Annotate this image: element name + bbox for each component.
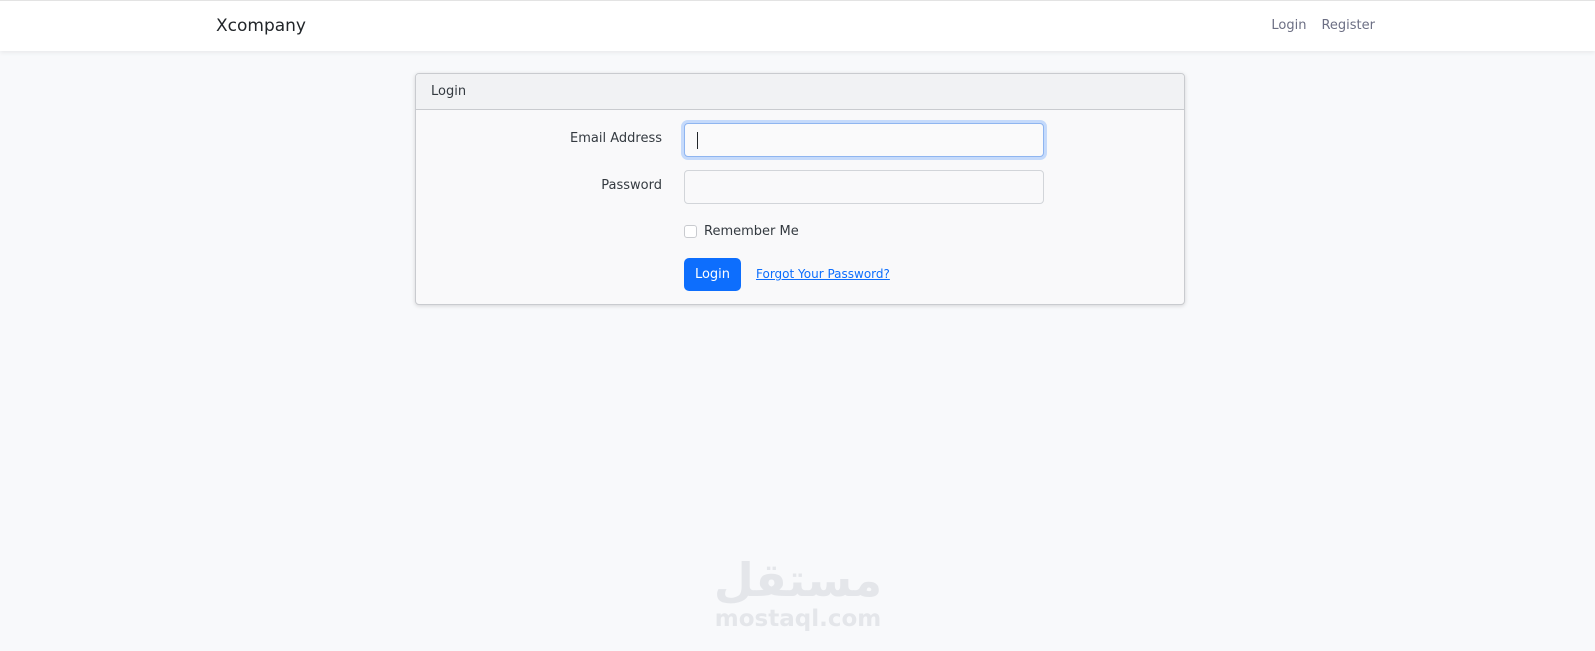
nav-links: Login Register [1271, 18, 1375, 33]
brand-logo-link[interactable]: Xcompany [216, 16, 306, 36]
watermark-arabic-text: مستقل [713, 553, 883, 607]
remember-me-label: Remember Me [704, 224, 799, 239]
watermark-latin-text: mostaql.com [714, 606, 882, 632]
password-field[interactable] [684, 170, 1044, 204]
password-label: Password [601, 178, 662, 193]
remember-me-row[interactable]: Remember Me [684, 224, 799, 239]
watermark-logo: مستقل mostaql.com [713, 555, 883, 633]
text-caret [697, 132, 698, 149]
nav-login-link[interactable]: Login [1271, 18, 1306, 33]
top-navbar: Xcompany Login Register [0, 0, 1595, 51]
nav-register-link[interactable]: Register [1321, 18, 1375, 33]
remember-me-checkbox[interactable] [684, 225, 697, 238]
login-card: Login Email Address Password Remember Me… [415, 73, 1185, 305]
email-label: Email Address [570, 131, 662, 146]
forgot-password-link[interactable]: Forgot Your Password? [756, 267, 890, 281]
login-button[interactable]: Login [684, 258, 741, 291]
email-field[interactable] [684, 123, 1044, 157]
card-header: Login [416, 74, 1184, 110]
